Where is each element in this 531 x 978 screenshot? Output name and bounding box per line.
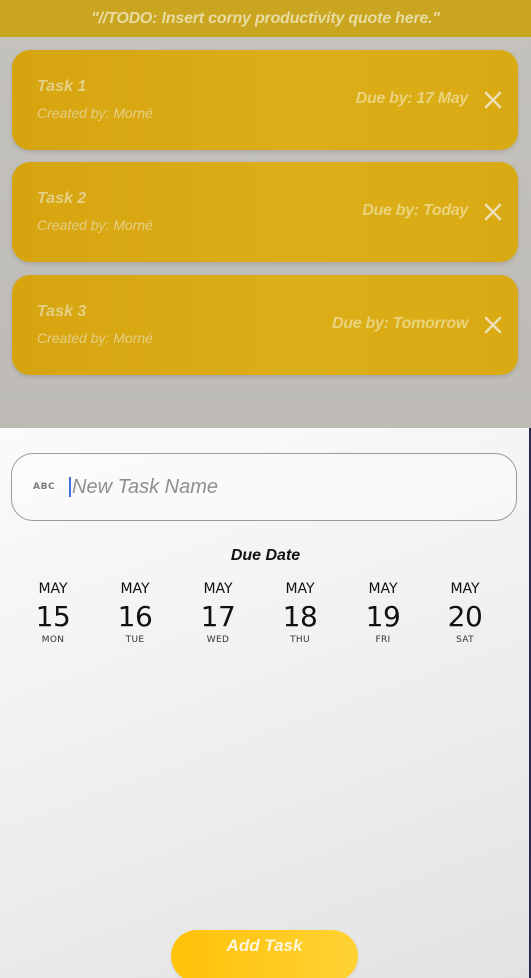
date-day: 15 bbox=[35, 600, 71, 633]
task-creator: Created by: Morné bbox=[37, 217, 153, 233]
date-day: 18 bbox=[282, 600, 318, 633]
task-list-screen: "//TODO: Insert corny productivity quote… bbox=[0, 0, 531, 430]
task-due-date: Due by: 17 May bbox=[355, 90, 469, 107]
date-day: 17 bbox=[200, 600, 236, 633]
date-weekday: SAT bbox=[456, 635, 474, 645]
task-due-date: Due by: Tomorrow bbox=[332, 315, 468, 332]
date-picker-row: MAY 15 MON MAY 16 TUE MAY 17 WED MAY 18 … bbox=[11, 581, 507, 661]
date-day: 19 bbox=[365, 600, 401, 633]
delete-task-button[interactable] bbox=[482, 201, 504, 223]
task-name: Task 2 bbox=[37, 190, 87, 207]
add-task-sheet: ABC Due Date MAY 15 MON MAY 16 TUE MAY 1… bbox=[0, 428, 531, 978]
date-weekday: MON bbox=[41, 635, 65, 645]
date-option[interactable]: MAY 15 MON bbox=[23, 581, 83, 645]
close-icon bbox=[484, 203, 502, 221]
date-option[interactable]: MAY 20 SAT bbox=[435, 581, 495, 645]
date-option[interactable]: MAY 17 WED bbox=[188, 581, 248, 645]
date-option[interactable]: MAY 16 TUE bbox=[105, 581, 165, 645]
task-name-input[interactable] bbox=[72, 475, 472, 499]
date-option[interactable]: MAY 19 FRI bbox=[353, 581, 413, 645]
close-icon bbox=[484, 91, 502, 109]
date-month: MAY bbox=[368, 581, 398, 597]
date-month: MAY bbox=[285, 581, 315, 597]
date-month: MAY bbox=[203, 581, 233, 597]
abc-icon: ABC bbox=[33, 482, 56, 492]
date-weekday: TUE bbox=[125, 635, 145, 645]
task-name: Task 1 bbox=[37, 78, 87, 95]
task-due-date: Due by: Today bbox=[362, 202, 468, 219]
task-card[interactable]: Task 3 Created by: Morné Due by: Tomorro… bbox=[12, 275, 518, 375]
delete-task-button[interactable] bbox=[482, 314, 504, 336]
task-card[interactable]: Task 1 Created by: Morné Due by: 17 May bbox=[12, 50, 518, 150]
date-weekday: FRI bbox=[375, 635, 391, 645]
text-cursor bbox=[69, 477, 71, 497]
date-weekday: WED bbox=[206, 635, 230, 645]
date-month: MAY bbox=[120, 581, 150, 597]
delete-task-button[interactable] bbox=[482, 89, 504, 111]
close-icon bbox=[484, 316, 502, 334]
date-option[interactable]: MAY 18 THU bbox=[270, 581, 330, 645]
due-date-heading: Due Date bbox=[230, 547, 301, 564]
quote-banner: "//TODO: Insert corny productivity quote… bbox=[0, 0, 531, 37]
date-month: MAY bbox=[38, 581, 68, 597]
date-weekday: THU bbox=[290, 635, 310, 645]
task-creator: Created by: Morné bbox=[37, 330, 153, 346]
date-day: 20 bbox=[447, 600, 483, 633]
task-name: Task 3 bbox=[37, 303, 87, 320]
date-day: 16 bbox=[117, 600, 153, 633]
task-card[interactable]: Task 2 Created by: Morné Due by: Today bbox=[12, 162, 518, 262]
task-creator: Created by: Morné bbox=[37, 105, 153, 121]
quote-text: "//TODO: Insert corny productivity quote… bbox=[91, 9, 440, 27]
add-task-button[interactable]: Add Task bbox=[171, 930, 358, 978]
date-month: MAY bbox=[450, 581, 480, 597]
task-name-field[interactable]: ABC bbox=[11, 453, 517, 521]
